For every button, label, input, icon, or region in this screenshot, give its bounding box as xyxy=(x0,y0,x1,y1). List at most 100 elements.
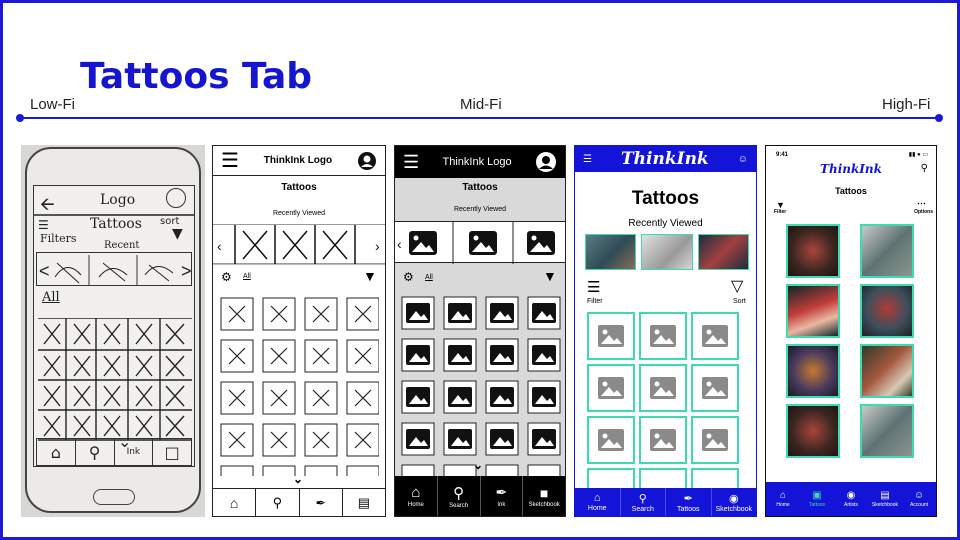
tattoo-photo[interactable] xyxy=(786,404,840,458)
tattoo-photo[interactable] xyxy=(860,404,914,458)
nav-ink-label: Ink xyxy=(115,439,154,465)
sketch-screen: 🡨 Logo ☰ Tattoos sort ▼ Filters Recent <… xyxy=(33,185,195,467)
tattoo-photo[interactable] xyxy=(786,344,840,398)
recent-tattoo-photo[interactable] xyxy=(697,234,749,270)
all-link[interactable]: All xyxy=(425,274,433,281)
sketch-recent-label: Recent xyxy=(104,240,140,251)
tattoo-photo[interactable] xyxy=(860,284,914,338)
svg-text:<: < xyxy=(39,261,50,281)
page-title: Tattoos xyxy=(631,188,700,209)
header: ☰ ThinkInk Logo xyxy=(213,146,385,176)
svg-text:>: > xyxy=(181,261,192,281)
nav-sketchbook-label: Sketchbook xyxy=(528,501,560,508)
tattoo-image-placeholder[interactable] xyxy=(691,312,739,360)
header: ☰ ThinkInk ☺ xyxy=(575,146,756,172)
recent-tattoo-photo[interactable] xyxy=(585,234,637,270)
recent-tattoo-photo[interactable] xyxy=(641,234,693,270)
filter-label: Filter xyxy=(774,209,787,215)
tattoo-grid xyxy=(587,312,743,516)
nav-sketchbook-icon[interactable]: ▤ xyxy=(343,489,385,516)
bottom-navbar: ⌂ Home ▣ Tattoos ◉ Artists ▤ Sketchbook ☺ Acc… xyxy=(766,482,936,516)
all-link[interactable]: All xyxy=(243,273,251,280)
nav-tattoos[interactable]: ✒ Tattoos xyxy=(666,488,712,516)
search-icon[interactable]: ⚲ xyxy=(921,163,928,174)
sort-funnel-icon[interactable]: ▼ xyxy=(543,268,557,284)
nav-home-icon: ⌂ xyxy=(37,439,76,465)
scroll-down-chevron-icon: ⌄ xyxy=(293,472,304,486)
filter-sliders-icon[interactable]: ☰ xyxy=(587,278,600,296)
nav-artists[interactable]: ◉ Artists xyxy=(834,482,868,516)
timeline-end-dot xyxy=(935,114,943,122)
tattoo-image-placeholder[interactable] xyxy=(639,416,687,464)
tattoo-grid xyxy=(401,296,561,498)
sort-funnel-icon[interactable]: ▼ xyxy=(363,268,377,284)
account-icon[interactable]: ☺ xyxy=(738,154,748,165)
tattoo-image-placeholder[interactable] xyxy=(587,312,635,360)
nav-ink-icon[interactable]: ✒ xyxy=(300,489,343,516)
nav-search[interactable]: ⚲ Search xyxy=(438,476,481,516)
tattoo-pen-icon: ✒ xyxy=(495,484,508,500)
nav-search[interactable]: ⚲ Search xyxy=(621,488,666,516)
nav-sketchbook[interactable]: ◉ Sketchbook xyxy=(712,488,757,516)
nav-artists-label: Artists xyxy=(844,502,858,508)
tattoo-grid xyxy=(786,224,916,458)
stage-label-lowfi: Low-Fi xyxy=(30,96,76,113)
tattoo-photo[interactable] xyxy=(786,224,840,278)
tattoo-photo[interactable] xyxy=(786,284,840,338)
filter-icon[interactable]: ⚙ xyxy=(403,270,414,284)
tattoo-image-placeholder[interactable] xyxy=(639,364,687,412)
app-logo: ThinkInk Logo xyxy=(442,156,512,168)
fidelity-timeline xyxy=(20,117,940,119)
palette-icon: ◉ xyxy=(846,490,856,501)
menu-icon[interactable]: ☰ xyxy=(583,154,592,165)
nav-search-icon[interactable]: ⚲ xyxy=(256,489,300,516)
nav-sketchbook-label: Sketchbook xyxy=(715,505,753,513)
sketch-recent-row: < > xyxy=(36,252,192,286)
filter-icon[interactable]: ⚙ xyxy=(221,270,232,284)
nav-sketchbook[interactable]: ■ Sketchbook xyxy=(523,476,565,516)
tattoo-image-placeholder[interactable] xyxy=(639,312,687,360)
nav-home[interactable]: ⌂ Home xyxy=(766,482,800,516)
sort-label: Sort xyxy=(733,298,746,305)
recent-carousel xyxy=(585,234,749,270)
menu-icon[interactable]: ☰ xyxy=(403,153,419,171)
nav-home[interactable]: ⌂ Home xyxy=(395,476,438,516)
tattoo-photo[interactable] xyxy=(860,224,914,278)
filter-sliders-icon: ☰ xyxy=(38,218,49,232)
app-logo: ThinkInk xyxy=(621,149,709,169)
nav-tattoos[interactable]: ▣ Tattoos xyxy=(800,482,834,516)
more-options-icon[interactable]: ⋯ xyxy=(917,198,926,209)
tattoo-image-placeholder[interactable] xyxy=(587,364,635,412)
status-time: 9:41 xyxy=(776,152,789,158)
stage-label-hifi: High-Fi xyxy=(882,96,931,113)
nav-search-icon: ⚲ xyxy=(76,439,115,465)
recently-viewed-label: Recently Viewed xyxy=(628,218,703,229)
nav-home[interactable]: ⌂ Home xyxy=(575,488,621,516)
sketch-logo: Logo xyxy=(100,192,136,208)
timeline-start-dot xyxy=(16,114,24,122)
stage-label-midfi: Mid-Fi xyxy=(460,96,502,113)
person-icon: ☺ xyxy=(913,490,925,501)
tattoo-image-placeholder[interactable] xyxy=(691,416,739,464)
account-icon[interactable] xyxy=(535,151,557,173)
nav-ink[interactable]: ✒ Ink xyxy=(481,476,524,516)
menu-icon[interactable]: ☰ xyxy=(221,151,239,171)
nav-sketchbook[interactable]: ▤ Sketchbook xyxy=(868,482,902,516)
bottom-navbar: ⌂ Home ⚲ Search ✒ Tattoos ◉ Sketchbook xyxy=(575,488,756,516)
nav-account[interactable]: ☺ Account xyxy=(902,482,936,516)
options-label: Options xyxy=(914,209,933,215)
tattoo-image-placeholder[interactable] xyxy=(587,416,635,464)
recently-viewed-label: Recently Viewed xyxy=(272,210,325,217)
sort-funnel-icon[interactable]: ▽ xyxy=(731,276,743,296)
sketch-navbar: ⌂ ⚲ Ink □ xyxy=(36,438,192,466)
nav-home-icon[interactable]: ⌂ xyxy=(213,489,257,516)
account-icon[interactable] xyxy=(357,151,377,171)
nav-search-label: Search xyxy=(449,502,469,509)
tattoo-photo[interactable] xyxy=(860,344,914,398)
sketch-phone-outline: 🡨 Logo ☰ Tattoos sort ▼ Filters Recent <… xyxy=(25,147,201,513)
bottom-navbar: ⌂ ⚲ ✒ ▤ xyxy=(213,488,385,516)
wireframe-panel: ☰ ThinkInk Logo Tattoos Recently Viewed … xyxy=(212,145,386,517)
sketch-all-link: All xyxy=(42,290,60,305)
tattoo-image-placeholder[interactable] xyxy=(691,364,739,412)
sketch-home-button xyxy=(93,489,135,505)
